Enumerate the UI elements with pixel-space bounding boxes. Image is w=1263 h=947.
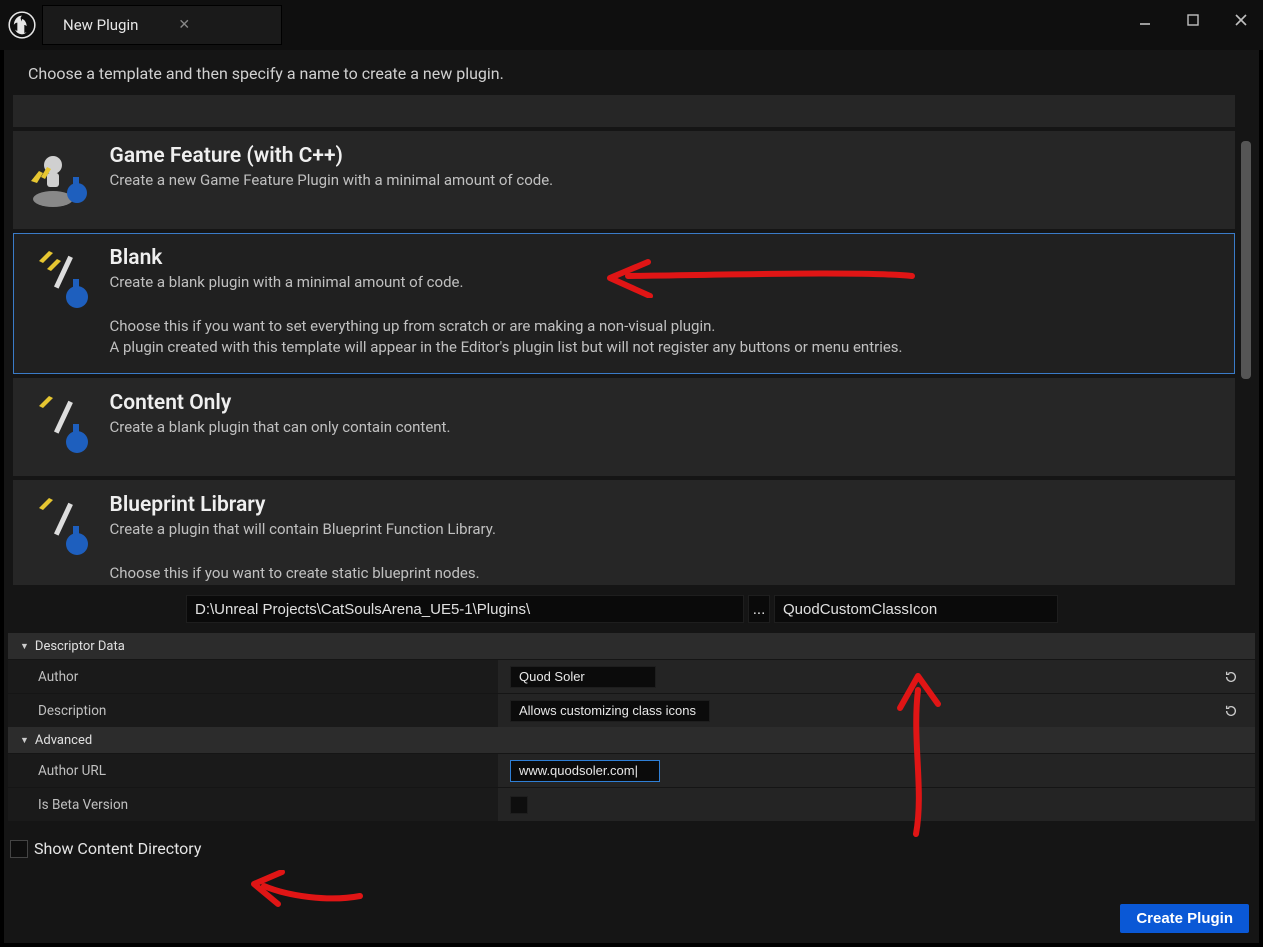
author-url-input[interactable] bbox=[510, 760, 660, 782]
chevron-down-icon: ▼ bbox=[20, 641, 29, 652]
template-desc: Create a new Game Feature Plugin with a … bbox=[110, 170, 1220, 192]
template-desc: Create a plugin that will contain Bluepr… bbox=[110, 519, 1220, 584]
template-item-partial[interactable] bbox=[13, 95, 1235, 127]
show-content-label: Show Content Directory bbox=[34, 839, 201, 858]
create-plugin-button[interactable]: Create Plugin bbox=[1120, 904, 1249, 933]
template-icon bbox=[28, 144, 96, 214]
template-icon bbox=[28, 391, 96, 461]
template-item-content-only[interactable]: Content Only Create a blank plugin that … bbox=[13, 378, 1235, 476]
tab-new-plugin[interactable]: New Plugin ✕ bbox=[42, 5, 282, 45]
section-label: Descriptor Data bbox=[35, 639, 125, 654]
template-item-blank[interactable]: Blank Create a blank plugin with a minim… bbox=[13, 233, 1235, 374]
prop-label: Is Beta Version bbox=[8, 788, 498, 821]
close-button[interactable] bbox=[1229, 8, 1253, 32]
is-beta-checkbox[interactable] bbox=[510, 796, 528, 814]
template-list[interactable]: Game Feature (with C++) Create a new Gam… bbox=[13, 95, 1251, 585]
plugin-name-input[interactable] bbox=[774, 595, 1058, 623]
template-title: Blueprint Library bbox=[110, 493, 1220, 517]
template-item-game-feature-cpp[interactable]: Game Feature (with C++) Create a new Gam… bbox=[13, 131, 1235, 229]
reset-spacer bbox=[1207, 788, 1255, 821]
plugin-path-row: ... bbox=[186, 595, 1259, 623]
wizard-subtitle: Choose a template and then specify a nam… bbox=[4, 64, 1259, 95]
template-desc: Create a blank plugin with a minimal amo… bbox=[110, 272, 1220, 359]
description-input[interactable] bbox=[510, 700, 710, 722]
plugin-path-input[interactable] bbox=[186, 595, 744, 623]
maximize-button[interactable] bbox=[1181, 8, 1205, 32]
reset-button[interactable] bbox=[1207, 694, 1255, 727]
template-title: Blank bbox=[110, 246, 1220, 270]
scrollbar-thumb[interactable] bbox=[1241, 141, 1251, 379]
chevron-down-icon: ▼ bbox=[20, 735, 29, 746]
prop-description: Description bbox=[8, 694, 1255, 727]
template-icon bbox=[28, 246, 96, 316]
reset-spacer bbox=[1207, 754, 1255, 787]
template-desc: Create a blank plugin that can only cont… bbox=[110, 417, 1220, 439]
plugin-wizard: Choose a template and then specify a nam… bbox=[4, 50, 1259, 943]
section-label: Advanced bbox=[35, 733, 92, 748]
template-title: Content Only bbox=[110, 391, 1220, 415]
tab-title: New Plugin bbox=[63, 16, 138, 34]
prop-author: Author bbox=[8, 660, 1255, 693]
reset-button[interactable] bbox=[1207, 660, 1255, 693]
prop-is-beta: Is Beta Version bbox=[8, 788, 1255, 821]
minimize-button[interactable] bbox=[1133, 8, 1157, 32]
prop-label: Author bbox=[8, 660, 498, 693]
template-title: Game Feature (with C++) bbox=[110, 144, 1220, 168]
footer-row: Show Content Directory bbox=[4, 821, 1259, 858]
browse-button[interactable]: ... bbox=[748, 595, 770, 623]
prop-label: Description bbox=[8, 694, 498, 727]
tab-close-icon[interactable]: ✕ bbox=[178, 17, 190, 33]
window-controls bbox=[1133, 8, 1253, 32]
unreal-logo-icon bbox=[8, 11, 36, 39]
prop-label: Author URL bbox=[8, 754, 498, 787]
author-input[interactable] bbox=[510, 666, 656, 688]
titlebar: New Plugin ✕ bbox=[0, 0, 1263, 50]
section-advanced[interactable]: ▼ Advanced bbox=[8, 727, 1255, 753]
template-icon bbox=[28, 493, 96, 563]
prop-author-url: Author URL bbox=[8, 754, 1255, 787]
template-item-blueprint-library[interactable]: Blueprint Library Create a plugin that w… bbox=[13, 480, 1235, 585]
show-content-checkbox[interactable] bbox=[10, 840, 28, 858]
show-content-directory[interactable]: Show Content Directory bbox=[10, 839, 201, 858]
section-descriptor-data[interactable]: ▼ Descriptor Data bbox=[8, 633, 1255, 659]
